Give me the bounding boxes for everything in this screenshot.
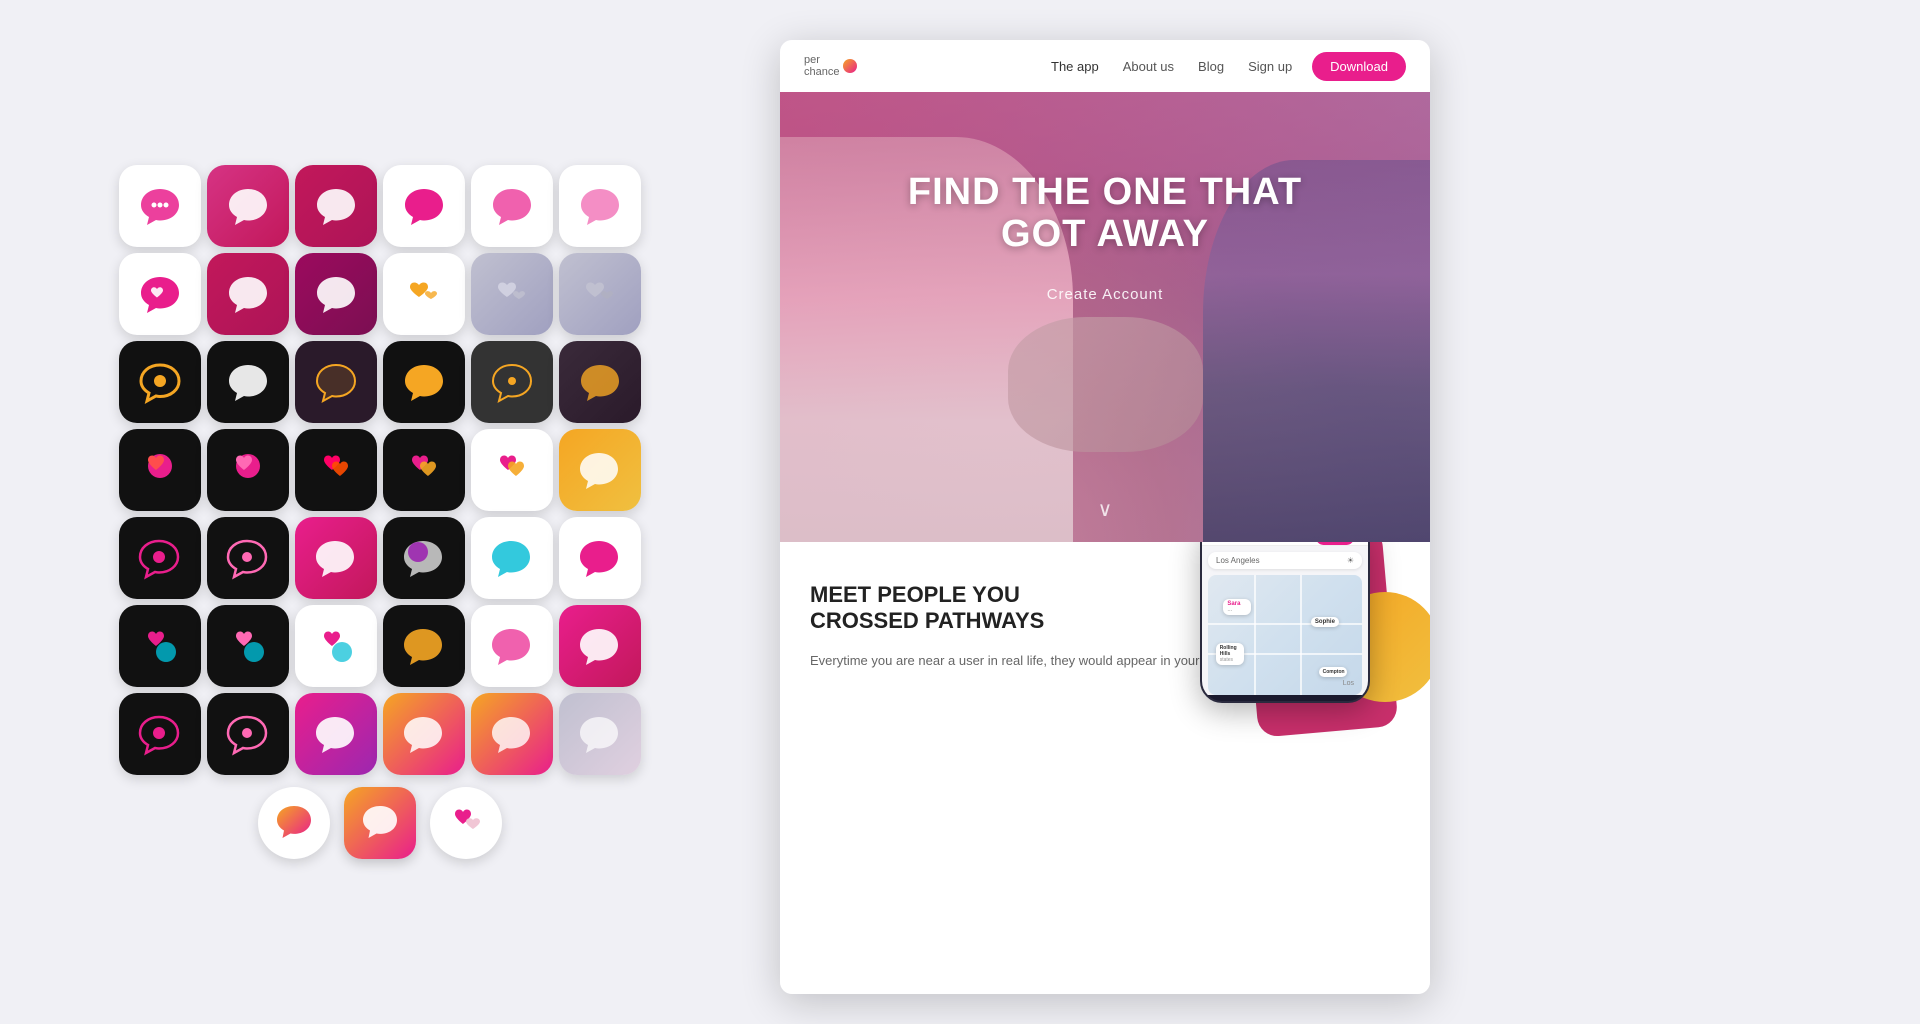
phone-location-text: Los Angeles: [1216, 556, 1260, 565]
website-mockup: per chance The app About us Blog Sign up…: [780, 40, 1430, 994]
icon-row-3: [119, 341, 641, 423]
map-road: [1254, 575, 1256, 695]
nav-link-about-us[interactable]: About us: [1123, 59, 1174, 74]
icon-row-7: [119, 693, 641, 775]
icon-row-1: [119, 165, 641, 247]
decoration-area: 2 days ago Yesterday Today Los Angeles ☀: [1190, 542, 1430, 812]
nav-link-the-app[interactable]: The app: [1051, 59, 1099, 74]
app-icon[interactable]: [119, 253, 201, 335]
icon-row-2: [119, 253, 641, 335]
app-icon-grid: [119, 165, 641, 859]
phone-tab-today[interactable]: Today: [1316, 542, 1353, 545]
app-icon[interactable]: [119, 605, 201, 687]
app-icon[interactable]: [383, 429, 465, 511]
app-icon[interactable]: [383, 693, 465, 775]
app-icon[interactable]: [295, 693, 377, 775]
phone-tab-yesterday[interactable]: Yesterday: [1265, 542, 1312, 545]
app-icon[interactable]: [383, 341, 465, 423]
app-icon[interactable]: [295, 253, 377, 335]
app-icon[interactable]: [471, 517, 553, 599]
map-pin-sara: Sara ...: [1223, 599, 1251, 615]
app-icon[interactable]: [471, 341, 553, 423]
phone-tabs: 2 days ago Yesterday Today: [1202, 542, 1368, 546]
app-icon[interactable]: [559, 253, 641, 335]
site-below-fold: MEET PEOPLE YOU CROSSED PATHWAYS Everyti…: [780, 542, 1430, 994]
phone-mockup: 2 days ago Yesterday Today Los Angeles ☀: [1200, 542, 1370, 703]
phone-screen: 2 days ago Yesterday Today Los Angeles ☀: [1202, 542, 1368, 695]
app-icon[interactable]: [471, 429, 553, 511]
app-icon[interactable]: [383, 517, 465, 599]
icon-grid-panel: [0, 0, 760, 1024]
app-icon[interactable]: [471, 605, 553, 687]
app-icon[interactable]: [383, 605, 465, 687]
app-icon[interactable]: [295, 341, 377, 423]
app-icon[interactable]: [295, 605, 377, 687]
nav-link-blog[interactable]: Blog: [1198, 59, 1224, 74]
app-icon[interactable]: [207, 517, 289, 599]
site-logo: per chance: [804, 54, 857, 78]
app-icon[interactable]: [207, 253, 289, 335]
hero-content: FIND THE ONE THAT GOT AWAY Create Accoun…: [780, 92, 1430, 333]
phone-tab-2days[interactable]: 2 days ago: [1210, 542, 1261, 545]
app-icon[interactable]: [471, 693, 553, 775]
app-icon[interactable]: [119, 693, 201, 775]
app-icon[interactable]: [207, 693, 289, 775]
app-icon[interactable]: [383, 253, 465, 335]
app-icon[interactable]: [559, 429, 641, 511]
map-road: [1300, 575, 1302, 695]
app-icon[interactable]: [559, 605, 641, 687]
icon-row-4: [119, 429, 641, 511]
right-panel: per chance The app About us Blog Sign up…: [760, 0, 1920, 1024]
icon-row-6: [119, 605, 641, 687]
app-icon[interactable]: [119, 341, 201, 423]
phone-map: Sara ... Sophie Rolling Hills states: [1208, 575, 1362, 695]
logo-dot-icon: [843, 59, 857, 73]
app-icon[interactable]: [119, 165, 201, 247]
app-icon[interactable]: [383, 165, 465, 247]
site-nav-links: The app About us Blog Sign up: [1051, 59, 1292, 74]
app-icon[interactable]: [207, 429, 289, 511]
logo-text-per: per: [804, 54, 839, 66]
nav-link-sign-up[interactable]: Sign up: [1248, 59, 1292, 74]
download-button[interactable]: Download: [1312, 52, 1406, 81]
map-pin-rolling-hills: Rolling Hills states: [1216, 643, 1244, 665]
site-navbar: per chance The app About us Blog Sign up…: [780, 40, 1430, 92]
phone-location-bar: Los Angeles ☀: [1208, 552, 1362, 569]
app-icon[interactable]: [207, 165, 289, 247]
site-hero: FIND THE ONE THAT GOT AWAY Create Accoun…: [780, 92, 1430, 542]
app-icon[interactable]: [559, 341, 641, 423]
app-icon[interactable]: [559, 693, 641, 775]
app-icon[interactable]: [295, 517, 377, 599]
standalone-icon-1[interactable]: [258, 787, 330, 859]
hero-cta-text[interactable]: Create Account: [810, 286, 1400, 303]
app-icon[interactable]: [471, 165, 553, 247]
scroll-down-icon[interactable]: ∨: [1098, 497, 1113, 522]
logo-text-chance: chance: [804, 66, 839, 78]
app-icon[interactable]: [207, 605, 289, 687]
app-icon[interactable]: [207, 341, 289, 423]
map-pin-compton: Compton: [1319, 667, 1347, 677]
standalone-icon-2[interactable]: [344, 787, 416, 859]
standalone-icon-3[interactable]: [430, 787, 502, 859]
standalone-icons-row: [258, 787, 502, 859]
app-icon[interactable]: [119, 517, 201, 599]
map-label: Los: [1343, 680, 1354, 687]
map-pin-sophie: Sophie: [1311, 617, 1339, 627]
app-icon[interactable]: [295, 165, 377, 247]
hero-title: FIND THE ONE THAT GOT AWAY: [810, 172, 1400, 256]
app-icon[interactable]: [559, 517, 641, 599]
icon-row-5: [119, 517, 641, 599]
app-icon[interactable]: [471, 253, 553, 335]
phone-location-icon: ☀: [1347, 556, 1354, 565]
app-icon[interactable]: [119, 429, 201, 511]
app-icon[interactable]: [295, 429, 377, 511]
app-icon[interactable]: [559, 165, 641, 247]
map-road: [1208, 623, 1362, 625]
